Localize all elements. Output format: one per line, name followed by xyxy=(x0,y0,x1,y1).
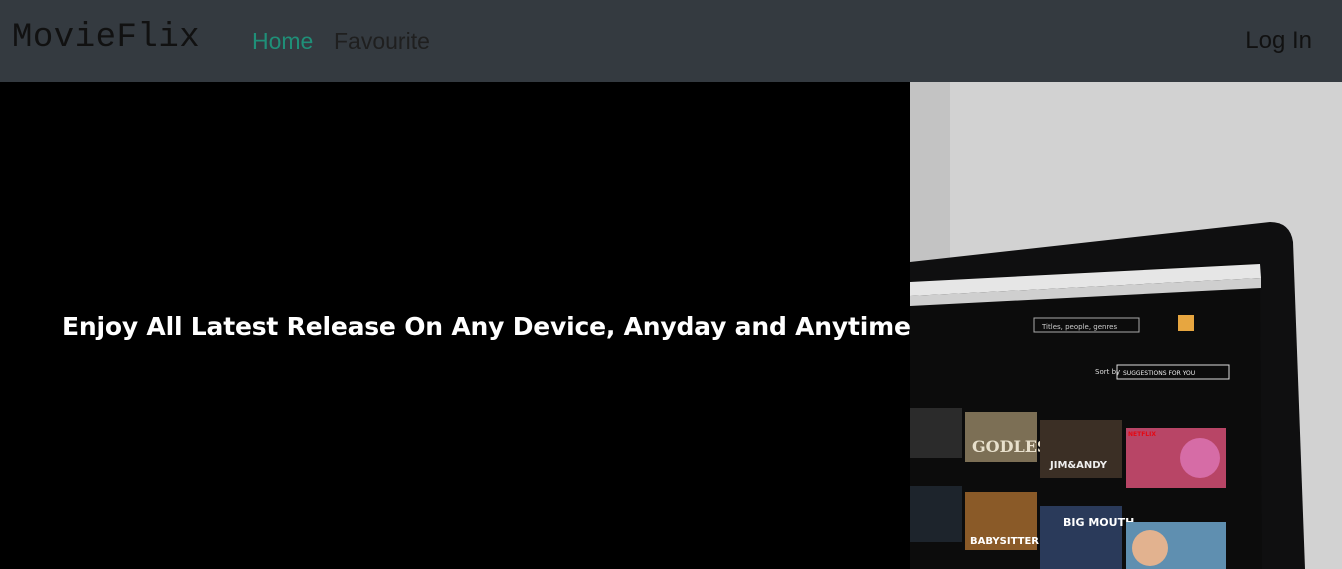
laptop-illustration: Titles, people, genres Sort by SUGGESTIO… xyxy=(910,82,1342,569)
navbar: MovieFlix Home Favourite Log In xyxy=(0,0,1342,82)
laptop-sort-label: Sort by xyxy=(1095,368,1120,376)
hero-laptop-image: Titles, people, genres Sort by SUGGESTIO… xyxy=(910,82,1342,569)
hero-tagline: Enjoy All Latest Release On Any Device, … xyxy=(62,312,911,341)
thumb-badge-netflix: NETFLIX xyxy=(1128,431,1156,438)
brand-logo[interactable]: MovieFlix xyxy=(12,18,200,58)
thumb-title-babysitter: BABYSITTER xyxy=(970,536,1039,547)
nav-link-favourite[interactable]: Favourite xyxy=(334,26,430,56)
laptop-search-text: Titles, people, genres xyxy=(1041,323,1117,331)
hero-section: Enjoy All Latest Release On Any Device, … xyxy=(0,82,911,569)
nav-link-home[interactable]: Home xyxy=(252,26,313,56)
thumb-title-jimandy: JIM&ANDY xyxy=(1049,460,1108,471)
login-link[interactable]: Log In xyxy=(1245,26,1312,56)
laptop-sort-value: SUGGESTIONS FOR YOU xyxy=(1123,370,1195,377)
thumb-title-bigmouth: BIG MOUTH xyxy=(1063,516,1134,529)
